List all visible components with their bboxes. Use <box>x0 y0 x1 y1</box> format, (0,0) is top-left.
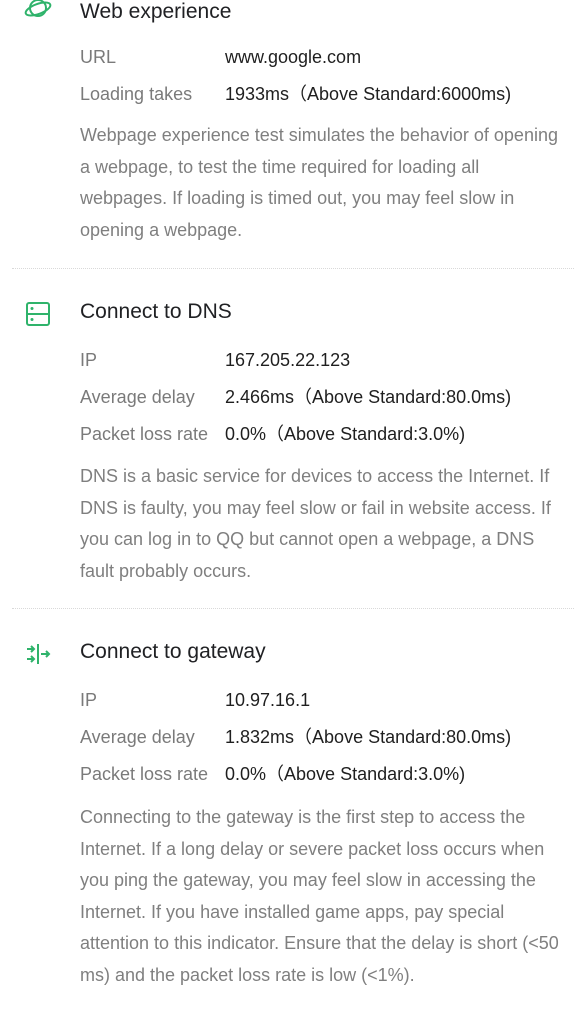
section-title: Connect to gateway <box>80 640 266 663</box>
section-description: Connecting to the gateway is the first s… <box>80 807 559 985</box>
section-connect-dns: Connect to DNS IP 167.205.22.123 Average… <box>0 288 586 603</box>
row-value: 2.466ms（Above Standard:80.0ms) <box>225 387 512 407</box>
network-diagnostics-page: Web experience URL www.google.com Loadin… <box>0 0 586 1024</box>
section-web-experience: Web experience URL www.google.com Loadin… <box>0 0 586 270</box>
planet-icon <box>24 0 52 22</box>
section-description: DNS is a basic service for devices to ac… <box>80 466 551 581</box>
section-divider <box>12 268 574 269</box>
row-label: Loading takes <box>80 84 193 104</box>
section-title: Web experience <box>80 0 232 23</box>
row-label: URL <box>80 47 117 67</box>
section-connect-gateway: Connect to gateway IP 10.97.16.1 Average… <box>0 628 586 1024</box>
row-value: 167.205.22.123 <box>225 350 351 370</box>
row-value: 0.0%（Above Standard:3.0%) <box>225 764 466 784</box>
section-description: Webpage experience test simulates the be… <box>80 125 558 240</box>
row-value: 0.0%（Above Standard:3.0%) <box>225 424 466 444</box>
row-label: Average delay <box>80 387 195 407</box>
section-title: Connect to DNS <box>80 300 232 323</box>
row-label: Packet loss rate <box>80 764 209 784</box>
server-icon <box>24 300 52 328</box>
row-label: Average delay <box>80 727 195 747</box>
row-value: 10.97.16.1 <box>225 690 311 710</box>
gateway-icon <box>24 640 52 668</box>
row-value: www.google.com <box>225 47 362 67</box>
section-divider <box>12 608 574 609</box>
row-label: IP <box>80 350 98 370</box>
row-label: Packet loss rate <box>80 424 209 444</box>
row-label: IP <box>80 690 98 710</box>
row-value: 1.832ms（Above Standard:80.0ms) <box>225 727 512 747</box>
row-value: 1933ms（Above Standard:6000ms) <box>225 84 512 104</box>
